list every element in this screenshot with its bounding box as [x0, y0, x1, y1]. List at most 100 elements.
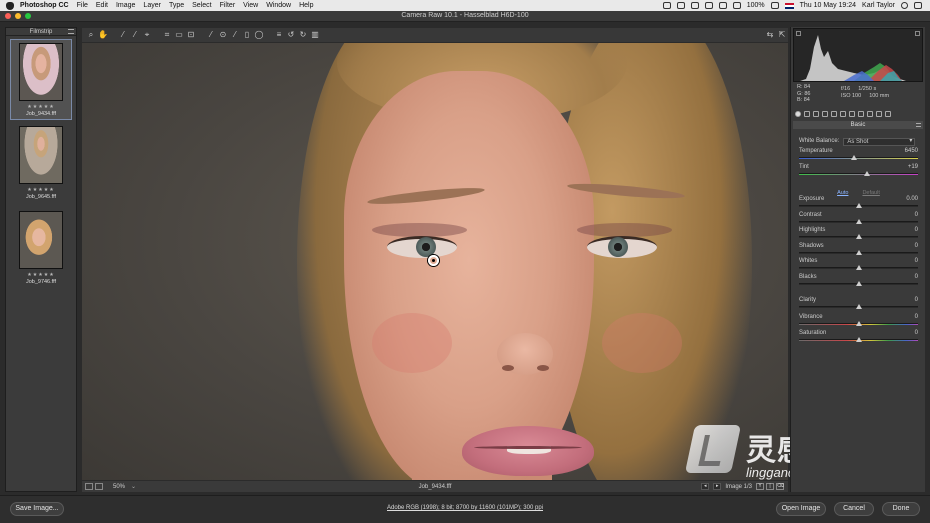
crop-tool-icon[interactable]: ⌗ — [161, 29, 173, 41]
vibrance-value[interactable]: 0 — [915, 314, 918, 320]
menu-select[interactable]: Select — [192, 2, 211, 9]
menu-help[interactable]: Help — [299, 2, 313, 9]
tab-lens-corrections-icon[interactable] — [840, 111, 846, 117]
tab-effects-icon[interactable] — [858, 111, 864, 117]
cancel-button[interactable]: Cancel — [834, 502, 874, 516]
clarity-handle[interactable] — [855, 304, 862, 309]
whites-handle[interactable] — [855, 265, 862, 270]
star-rating[interactable]: ★★★★★ — [10, 272, 72, 278]
exposure-value[interactable]: 0.00 — [906, 196, 918, 202]
tint-handle[interactable] — [863, 171, 870, 176]
radial-filter-icon[interactable]: ◯ — [253, 29, 265, 41]
contrast-handle[interactable] — [855, 219, 862, 224]
clarity-slider[interactable]: Clarity 0 — [799, 297, 918, 311]
color-sampler-tool-icon[interactable]: ⁄ — [129, 29, 141, 41]
tab-basic-icon[interactable] — [795, 111, 801, 117]
preferences-icon[interactable]: ≡ — [273, 29, 285, 41]
vibrance-handle[interactable] — [855, 321, 862, 326]
temperature-slider[interactable]: Temperature 6450 — [799, 148, 918, 162]
adjustment-brush-icon[interactable]: ⁄ — [229, 29, 241, 41]
tab-detail-icon[interactable] — [813, 111, 819, 117]
tint-value[interactable]: +19 — [908, 164, 918, 170]
blacks-handle[interactable] — [855, 281, 862, 286]
menu-view[interactable]: View — [243, 2, 258, 9]
battery-icon[interactable] — [770, 2, 779, 9]
tint-track[interactable] — [799, 173, 918, 175]
rotate-right-icon[interactable]: ↻ — [297, 29, 309, 41]
tab-split-toning-icon[interactable] — [831, 111, 837, 117]
red-eye-tool-icon[interactable]: ⊙ — [217, 29, 229, 41]
menu-image[interactable]: Image — [116, 2, 135, 9]
graduated-filter-icon[interactable]: ▯ — [241, 29, 253, 41]
clock-icon[interactable] — [690, 2, 699, 9]
toggle-icon[interactable]: ⇆ — [764, 29, 776, 41]
exposure-handle[interactable] — [855, 203, 862, 208]
panel-menu-icon[interactable] — [916, 123, 921, 127]
default-link[interactable]: Default — [862, 190, 879, 196]
targeted-adjustment-tool-icon[interactable]: ⌖ — [141, 29, 153, 41]
saturation-slider[interactable]: Saturation 0 — [799, 330, 918, 344]
filmstrip-menu-icon[interactable] — [68, 29, 74, 34]
battery-percent[interactable]: 100% — [747, 2, 765, 9]
vibrance-slider[interactable]: Vibrance 0 — [799, 314, 918, 328]
previous-image-button[interactable]: ◂ — [701, 483, 710, 490]
highlights-value[interactable]: 0 — [915, 227, 918, 233]
contrast-value[interactable]: 0 — [915, 212, 918, 218]
auto-link[interactable]: Auto — [837, 190, 848, 196]
flag-delete-button[interactable]: ⌫ — [776, 483, 784, 490]
fullscreen-icon[interactable]: ⇱ — [776, 29, 788, 41]
menu-file[interactable]: File — [77, 2, 88, 9]
flag-y-button[interactable]: Y — [756, 483, 764, 490]
transform-tool-icon[interactable]: ⊡ — [185, 29, 197, 41]
menu-type[interactable]: Type — [169, 2, 184, 9]
exposure-slider[interactable]: Exposure 0.00 — [799, 196, 918, 210]
white-balance-tool-icon[interactable]: ⁄ — [117, 29, 129, 41]
tab-transform-icon[interactable] — [849, 111, 855, 117]
whites-value[interactable]: 0 — [915, 258, 918, 264]
straighten-tool-icon[interactable]: ▭ — [173, 29, 185, 41]
tab-hsl-icon[interactable] — [822, 111, 828, 117]
image-preview[interactable] — [82, 43, 788, 480]
rotate-left-icon[interactable]: ↺ — [285, 29, 297, 41]
shadows-value[interactable]: 0 — [915, 243, 918, 249]
done-button[interactable]: Done — [882, 502, 920, 516]
trash-icon[interactable]: ▥ — [309, 29, 321, 41]
highlights-handle[interactable] — [855, 234, 862, 239]
temperature-handle[interactable] — [850, 155, 857, 160]
flag-b-button[interactable]: | — [766, 483, 774, 490]
temperature-track[interactable] — [799, 157, 918, 159]
menu-window[interactable]: Window — [266, 2, 291, 9]
wifi-icon[interactable] — [718, 2, 727, 9]
menu-layer[interactable]: Layer — [143, 2, 161, 9]
menubar-user[interactable]: Karl Taylor — [862, 2, 895, 9]
star-rating[interactable]: ★★★★★ — [11, 104, 71, 110]
tab-presets-icon[interactable] — [876, 111, 882, 117]
filmstrip-thumb[interactable]: ★★★★★ Job_9645.fff — [10, 123, 72, 202]
shadow-clipping-icon[interactable] — [796, 31, 801, 36]
zoom-tool-icon[interactable]: ⌕ — [85, 29, 97, 41]
notification-center-icon[interactable] — [914, 2, 922, 9]
blacks-value[interactable]: 0 — [915, 274, 918, 280]
star-rating[interactable]: ★★★★★ — [10, 187, 72, 193]
next-image-button[interactable]: ▸ — [713, 483, 722, 490]
input-source-flag-icon[interactable] — [784, 2, 794, 9]
tint-slider[interactable]: Tint +19 — [799, 164, 918, 178]
blacks-slider[interactable]: Blacks 0 — [799, 274, 918, 288]
search-icon[interactable] — [901, 2, 908, 9]
tab-tone-curve-icon[interactable] — [804, 111, 810, 117]
saturation-handle[interactable] — [855, 337, 862, 342]
volume-icon[interactable] — [732, 2, 741, 9]
display-icon[interactable] — [676, 2, 685, 9]
app-menu[interactable]: Photoshop CC — [20, 2, 69, 9]
highlight-clipping-icon[interactable] — [915, 31, 920, 36]
menu-edit[interactable]: Edit — [96, 2, 108, 9]
tab-camera-calibration-icon[interactable] — [867, 111, 873, 117]
tab-snapshots-icon[interactable] — [885, 111, 891, 117]
bluetooth-icon[interactable] — [704, 2, 713, 9]
clarity-value[interactable]: 0 — [915, 297, 918, 303]
contrast-slider[interactable]: Contrast 0 — [799, 212, 918, 226]
saturation-value[interactable]: 0 — [915, 330, 918, 336]
apple-icon[interactable] — [6, 1, 14, 10]
temperature-value[interactable]: 6450 — [905, 148, 918, 154]
filmstrip-thumb[interactable]: ★★★★★ Job_9434.fff — [10, 39, 72, 120]
